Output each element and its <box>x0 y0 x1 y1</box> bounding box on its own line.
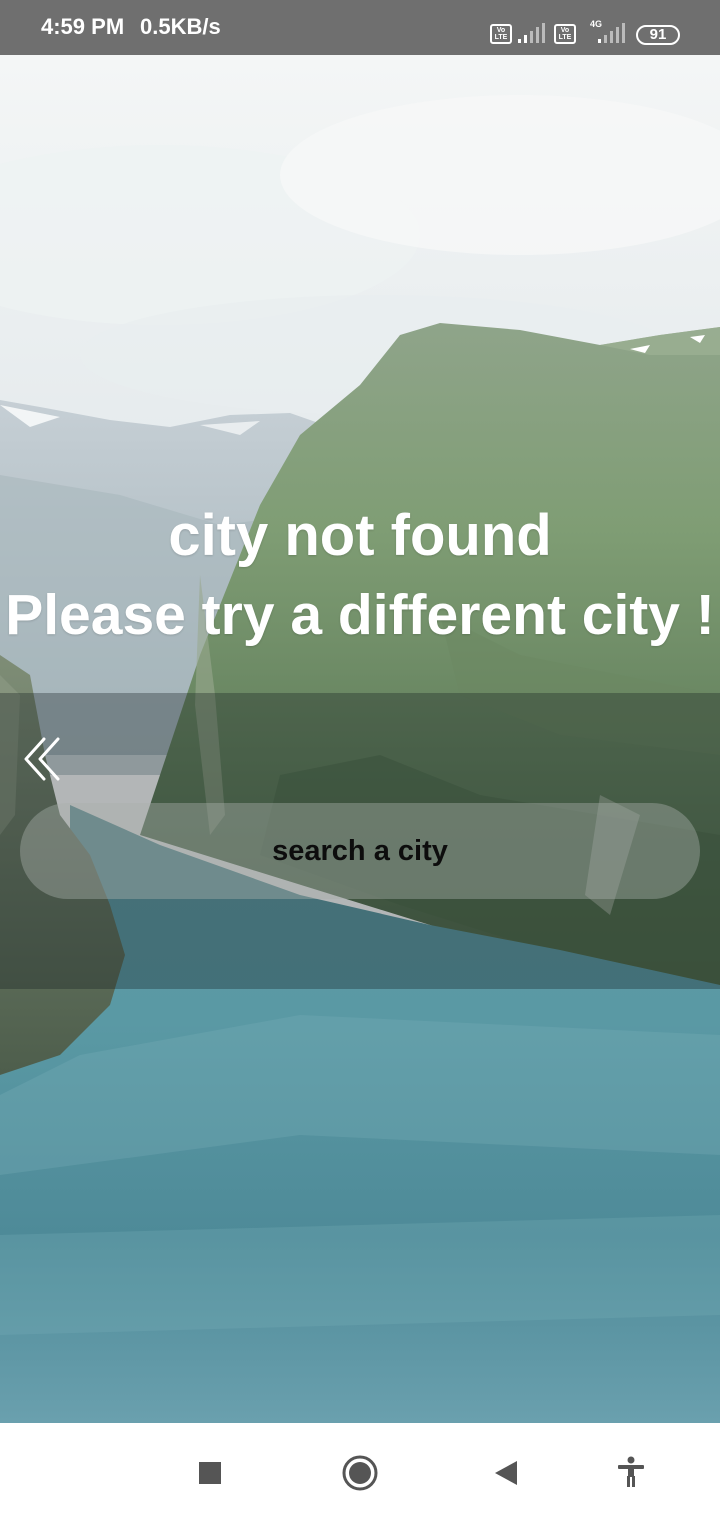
battery-icon: 91 <box>636 25 680 45</box>
search-box <box>20 803 700 899</box>
accessibility-icon <box>618 1456 644 1487</box>
system-nav-bar <box>0 1423 720 1520</box>
error-title: city not found <box>168 503 552 568</box>
signal-sim1-icon <box>518 23 545 43</box>
home-button[interactable] <box>341 1454 379 1497</box>
double-chevron-left-icon <box>24 737 60 781</box>
status-time: 4:59 PM <box>41 14 125 39</box>
circle-icon <box>342 1455 378 1491</box>
triangle-left-icon <box>495 1461 517 1485</box>
signal-sim2-icon <box>598 23 625 43</box>
error-subtitle: Please try a different city ! <box>5 583 715 647</box>
search-input[interactable] <box>20 803 700 899</box>
volte-badge-sim1: Vo LTE <box>490 24 512 44</box>
back-button[interactable] <box>22 736 66 782</box>
nav-back-button[interactable] <box>493 1459 519 1492</box>
app-screen: 4:59 PM 0.5KB/s Vo LTE Vo LTE 4G 91 city n… <box>0 0 720 1520</box>
square-icon <box>199 1462 221 1484</box>
recents-button[interactable] <box>198 1461 222 1490</box>
accessibility-button[interactable] <box>616 1456 646 1493</box>
battery-level: 91 <box>649 26 667 43</box>
status-bar: 4:59 PM 0.5KB/s Vo LTE Vo LTE 4G 91 <box>0 0 720 55</box>
network-speed: 0.5KB/s <box>140 14 221 39</box>
volte-badge-sim2: Vo LTE <box>554 24 576 44</box>
